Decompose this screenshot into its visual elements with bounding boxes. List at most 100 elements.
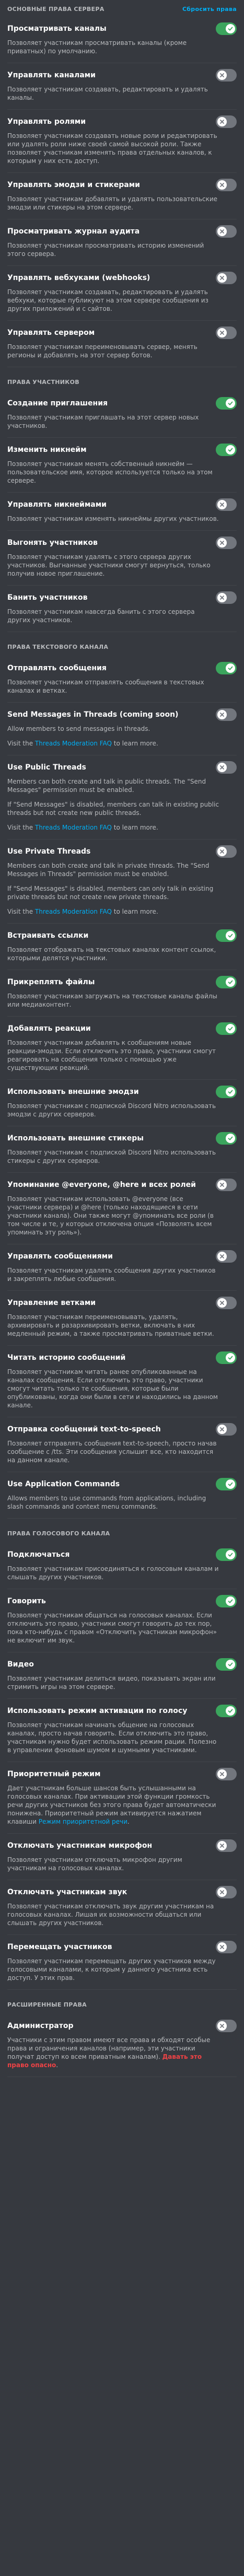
permission-toggle[interactable] [216, 1705, 237, 1717]
description-tail: . [56, 2061, 59, 2069]
x-icon [220, 1890, 224, 1894]
permission-toggle[interactable] [216, 179, 237, 191]
permission-toggle[interactable] [216, 662, 237, 674]
permission-toggle[interactable] [216, 1548, 237, 1561]
toggle-knob [226, 445, 235, 454]
faq-line: Visit the Threads Moderation FAQ to lear… [7, 823, 219, 832]
permission-item: Отключать участникам микрофон Позволяет у… [7, 1834, 237, 1880]
permission-description: Позволяет участникам перемещать других у… [7, 1957, 237, 1982]
permission-row: Отправлять сообщения [7, 661, 237, 675]
reset-permissions-link[interactable]: Сбросить права [182, 6, 237, 13]
permission-title: Приоритетный режим [7, 1770, 101, 1778]
permission-toggle[interactable] [216, 1250, 237, 1263]
check-icon [228, 1599, 233, 1603]
permission-toggle[interactable] [216, 115, 237, 128]
permission-toggle[interactable] [216, 22, 237, 35]
permission-toggle[interactable] [216, 1351, 237, 1364]
x-icon [220, 1427, 224, 1431]
toggle-knob [217, 227, 227, 236]
permission-toggle[interactable] [216, 69, 237, 81]
permission-toggle[interactable] [216, 537, 237, 549]
permission-description: Позволяет участникам делиться видео, пок… [7, 1674, 237, 1691]
description-text: Позволяет участникам создавать, редактир… [7, 86, 208, 101]
section-header: ОСНОВНЫЕ ПРАВА СЕРВЕРА Сбросить права [7, 0, 237, 17]
permission-toggle[interactable] [216, 845, 237, 858]
permission-toggle[interactable] [216, 397, 237, 410]
permission-row: Упоминание @everyone, @here и всех ролей [7, 1178, 237, 1192]
permission-title: Управлять каналами [7, 71, 96, 79]
permission-item: Встраивать ссылки Позволяет отображать на… [7, 924, 237, 970]
threads-faq-link[interactable]: Threads Moderation FAQ [35, 908, 112, 915]
description-text: Позволяет участникам отправлять сообщени… [7, 679, 204, 694]
permission-description: Позволяет участникам присоединяться к го… [7, 1565, 237, 1581]
permission-toggle[interactable] [216, 1768, 237, 1780]
permission-toggle[interactable] [216, 1886, 237, 1898]
toggle-knob [217, 847, 227, 856]
permission-item: Использовать внешние эмодзи Позволяет уча… [7, 1080, 237, 1126]
permission-toggle[interactable] [216, 1839, 237, 1852]
toggle-knob [217, 180, 227, 190]
permission-toggle[interactable] [216, 591, 237, 604]
permission-row: Use Application Commands [7, 1477, 237, 1491]
description-text: Позволяет участникам переименовывать, уд… [7, 1313, 214, 1337]
permission-item: Send Messages in Threads (coming soon) Al… [7, 703, 237, 755]
permission-toggle[interactable] [216, 761, 237, 774]
toggle-knob [217, 1252, 227, 1261]
permission-row: Приоритетный режим [7, 1767, 237, 1781]
description-text: Позволяет участникам общаться на голосов… [7, 1612, 217, 1644]
permission-toggle[interactable] [216, 1658, 237, 1671]
permission-item: Банить участников Позволяет участникам на… [7, 586, 237, 632]
description-text: Позволяет участникам просматривать канал… [7, 39, 187, 55]
permission-toggle[interactable] [216, 1297, 237, 1309]
check-icon [228, 1136, 233, 1140]
toggle-knob [226, 1087, 235, 1097]
description-text: Позволяет участникам отключать звук друг… [7, 1903, 214, 1927]
permission-toggle[interactable] [216, 225, 237, 238]
permission-row: Администратор [7, 2019, 237, 2033]
permission-title: Читать историю сообщений [7, 1354, 126, 1362]
permission-title: Выгонять участников [7, 539, 98, 547]
permission-toggle[interactable] [216, 1595, 237, 1607]
permission-title: Администратор [7, 2022, 74, 2030]
permission-row: Просматривать каналы [7, 22, 237, 36]
threads-faq-link[interactable]: Threads Moderation FAQ [35, 740, 112, 747]
permission-toggle[interactable] [216, 929, 237, 942]
toggle-knob [226, 1596, 235, 1606]
permission-description: Позволяет участникам просматривать канал… [7, 39, 237, 55]
permission-description: Позволяет участникам отправлять сообщени… [7, 678, 237, 695]
permission-toggle[interactable] [216, 1941, 237, 1953]
section-title: ПРАВА УЧАСТНИКОВ [7, 378, 79, 386]
permission-toggle[interactable] [216, 976, 237, 988]
permission-description: Позволяет участникам переименовывать сер… [7, 343, 237, 359]
description-text: Members can both create and talk in priv… [7, 862, 210, 878]
permission-toggle[interactable] [216, 2020, 237, 2032]
permission-toggle[interactable] [216, 1132, 237, 1145]
toggle-knob [217, 1425, 227, 1434]
inline-link[interactable]: Режим приоритетной речи [39, 1818, 127, 1825]
permission-item: Управлять сообщениями Позволяет участника… [7, 1244, 237, 1291]
toggle-knob [226, 1706, 235, 1716]
description-text: Allow members to send messages in thread… [7, 725, 150, 732]
x-icon [220, 849, 224, 854]
permission-toggle[interactable] [216, 498, 237, 511]
permission-toggle[interactable] [216, 444, 237, 456]
permission-toggle[interactable] [216, 1423, 237, 1436]
toggle-knob [226, 399, 235, 408]
permission-description: Позволяет отображать на текстовых канала… [7, 946, 237, 962]
permission-title: Изменить никнейм [7, 446, 87, 454]
section-header: ПРАВА ТЕКСТОВОГО КАНАЛА [7, 632, 237, 656]
x-icon [220, 713, 224, 717]
permission-toggle[interactable] [216, 708, 237, 721]
permission-toggle[interactable] [216, 1179, 237, 1191]
permission-toggle[interactable] [216, 1086, 237, 1098]
permission-toggle[interactable] [216, 272, 237, 284]
permission-description: Позволяет участникам начинать общение на… [7, 1721, 237, 1754]
toggle-knob [226, 1353, 235, 1362]
permission-toggle[interactable] [216, 327, 237, 339]
permission-toggle[interactable] [216, 1022, 237, 1035]
threads-faq-link[interactable]: Threads Moderation FAQ [35, 824, 112, 831]
permission-row: Управлять сервером [7, 326, 237, 340]
permission-description: Members can both create and talk in publ… [7, 777, 237, 832]
permission-row: Перемещать участников [7, 1940, 237, 1954]
permission-toggle[interactable] [216, 1478, 237, 1490]
